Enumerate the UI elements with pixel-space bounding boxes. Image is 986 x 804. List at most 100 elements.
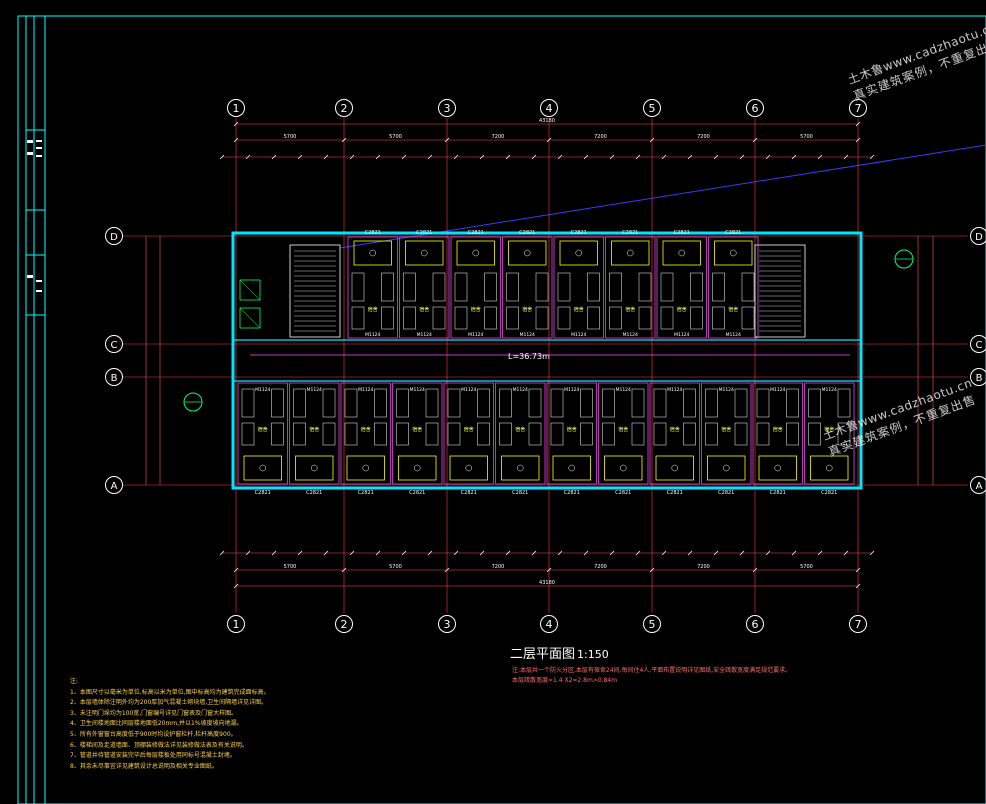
bed bbox=[403, 306, 416, 330]
window-tag: C2821 bbox=[718, 490, 734, 496]
note-line: 注: bbox=[70, 678, 79, 685]
bed bbox=[293, 388, 306, 418]
bed bbox=[808, 422, 821, 446]
axis-label: D bbox=[975, 232, 983, 243]
dim-bays-bottom-label: 7200 bbox=[594, 564, 607, 570]
general-notes: 注: 1、本图尺寸以毫米为单位,标高以米为单位,图中标高均为建筑完成面标高。 2… bbox=[70, 677, 590, 772]
bathroom-pod bbox=[707, 455, 746, 481]
bathroom-pod bbox=[662, 240, 701, 266]
bed bbox=[690, 272, 703, 302]
axis-label: 1 bbox=[233, 102, 240, 115]
bed bbox=[705, 388, 718, 418]
bed bbox=[638, 272, 652, 302]
bathroom-pod bbox=[714, 240, 753, 266]
bathroom-pod bbox=[508, 240, 547, 266]
fixture bbox=[259, 464, 266, 472]
bed bbox=[499, 422, 512, 446]
axis-label: 7 bbox=[855, 102, 862, 115]
door-tag: M1124 bbox=[468, 332, 483, 338]
bed bbox=[374, 388, 387, 418]
axis-label: 5 bbox=[649, 102, 656, 115]
bed bbox=[741, 272, 755, 302]
fixture bbox=[369, 249, 376, 257]
bed bbox=[705, 422, 718, 446]
window-tag: C2821 bbox=[770, 490, 786, 496]
axis-label: D bbox=[110, 232, 118, 243]
fixture bbox=[421, 249, 428, 257]
dim-bays-bottom-label: 5700 bbox=[800, 564, 813, 570]
bed bbox=[756, 388, 770, 418]
note-line: 8、其余未尽事宜详见建筑设计总说明及相关专业图纸。 bbox=[70, 762, 218, 770]
bed bbox=[432, 272, 446, 302]
bed bbox=[683, 388, 696, 418]
bed bbox=[653, 388, 667, 418]
bed bbox=[351, 306, 365, 330]
fixture bbox=[414, 464, 421, 472]
room-outline bbox=[752, 382, 803, 485]
bathroom-pod bbox=[243, 455, 282, 481]
axis-label: B bbox=[111, 373, 118, 384]
bed bbox=[396, 388, 409, 418]
window-tag: C2821 bbox=[571, 230, 587, 236]
dim-overall-bottom-label: 43180 bbox=[539, 580, 555, 586]
window-tag: C2821 bbox=[667, 490, 683, 496]
bathroom-pod bbox=[295, 455, 334, 481]
bed bbox=[454, 272, 468, 302]
bathroom-pod bbox=[405, 240, 444, 266]
axis-label: 7 bbox=[855, 618, 862, 631]
room-outline bbox=[708, 236, 759, 339]
room-label: 宿舍 bbox=[618, 426, 628, 433]
bed bbox=[660, 306, 674, 330]
axis-label: 3 bbox=[444, 102, 451, 115]
door-tag: M1124 bbox=[726, 332, 741, 338]
note-line: 6、楼梯间及走道墙面、顶棚装修做法详见装修做法表及有关说明。 bbox=[70, 741, 248, 749]
door-tag: M1124 bbox=[410, 387, 425, 393]
window-tag: C2821 bbox=[461, 490, 477, 496]
bathroom-pod bbox=[758, 455, 797, 481]
bed bbox=[425, 388, 439, 418]
window-tag: C2821 bbox=[821, 490, 837, 496]
bed bbox=[484, 272, 497, 302]
door-tag: M1124 bbox=[358, 387, 373, 393]
room-label: 宿舍 bbox=[773, 426, 783, 433]
bed bbox=[454, 306, 468, 330]
note-line: 3、未注明门垛均为100宽,门窗编号详见门窗表及门窗大样图。 bbox=[70, 709, 238, 717]
bed bbox=[447, 388, 461, 418]
bed bbox=[756, 422, 770, 446]
bed bbox=[786, 388, 799, 418]
bed bbox=[609, 306, 622, 330]
door-tag: M1124 bbox=[461, 387, 476, 393]
bed bbox=[587, 306, 600, 330]
bed bbox=[557, 272, 571, 302]
title-note-line: 注:本层共一个防火分区,本层有宿舍24间,每间住4人,平面布置说明详见图纸,安全… bbox=[512, 667, 792, 674]
axis-label: C bbox=[111, 340, 118, 351]
window-tag: C2821 bbox=[365, 230, 381, 236]
bed bbox=[653, 422, 667, 446]
door-tag: M1124 bbox=[770, 387, 785, 393]
room-outline bbox=[701, 382, 752, 485]
room-label: 宿舍 bbox=[258, 426, 268, 433]
door-tag: M1124 bbox=[365, 332, 380, 338]
bathroom-pod bbox=[346, 455, 385, 481]
bed bbox=[712, 272, 725, 302]
bed bbox=[734, 388, 748, 418]
door-tag: M1124 bbox=[513, 387, 528, 393]
room-label: 宿舍 bbox=[412, 426, 422, 433]
fixture bbox=[730, 249, 737, 257]
room-label: 宿舍 bbox=[574, 306, 584, 313]
room-outline bbox=[399, 236, 450, 339]
room-label: 宿舍 bbox=[361, 426, 371, 433]
room-label: 宿舍 bbox=[464, 426, 474, 433]
bed bbox=[506, 272, 519, 302]
room-outline bbox=[598, 382, 649, 485]
bed bbox=[550, 388, 564, 418]
bed bbox=[683, 422, 696, 446]
dim-bays-top-label: 5700 bbox=[800, 134, 813, 140]
room-label: 宿舍 bbox=[728, 306, 738, 313]
note-line: 1、本图尺寸以毫米为单位,标高以米为单位,图中标高均为建筑完成面标高。 bbox=[70, 688, 270, 696]
drawing-scale: 1:150 bbox=[577, 648, 609, 661]
axis-label: A bbox=[976, 481, 983, 492]
bed bbox=[344, 422, 358, 446]
bathroom-pod bbox=[398, 455, 437, 481]
room-outline bbox=[546, 382, 597, 485]
